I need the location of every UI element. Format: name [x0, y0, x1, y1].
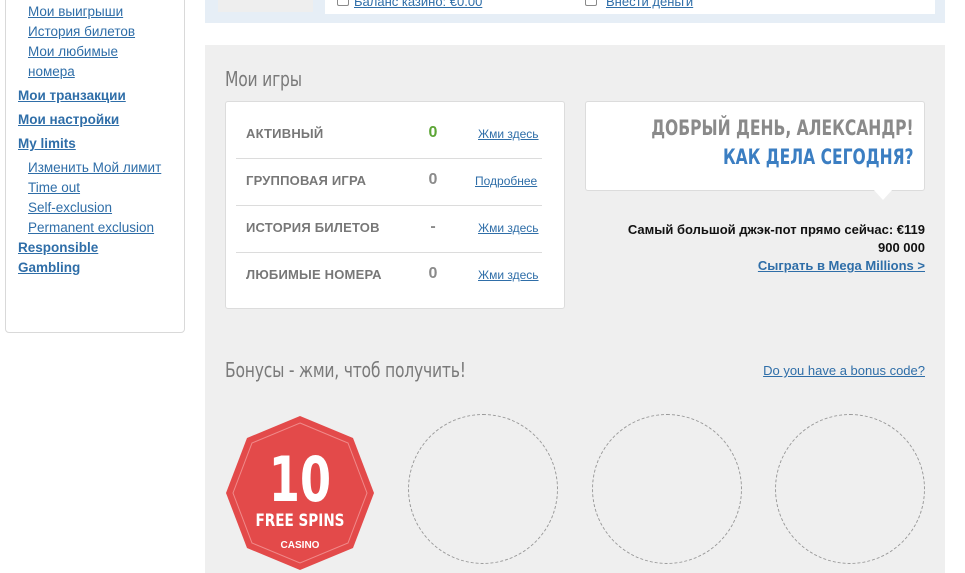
sidebar-item-settings[interactable]: Мои настройки	[18, 110, 119, 130]
games-row-favorites: ЛЮБИМЫЕ НОМЕРА 0 Жми здесь	[236, 253, 542, 300]
greeting-line-2: КАК ДЕЛА СЕГОДНЯ?	[723, 145, 914, 169]
games-row-link[interactable]: Жми здесь	[478, 268, 539, 282]
games-row-label: АКТИВНЫЙ	[246, 126, 324, 141]
bonus-slot-empty	[408, 414, 558, 564]
greeting-card-pointer	[873, 189, 893, 200]
games-row-active: АКТИВНЫЙ 0 Жми здесь	[236, 112, 542, 159]
sidebar-item-responsible[interactable]: Responsible	[18, 238, 98, 258]
sidebar-item-transactions[interactable]: Мои транзакции	[18, 86, 126, 106]
main-panel: Мои игры АКТИВНЫЙ 0 Жми здесь ГРУППОВАЯ …	[205, 45, 945, 573]
games-row-link[interactable]: Жми здесь	[478, 127, 539, 141]
my-games-title: Мои игры	[225, 67, 302, 91]
games-row-value: 0	[428, 124, 438, 141]
bonus-code-link[interactable]: Do you have a bonus code?	[763, 363, 925, 378]
games-row-label: ЛЮБИМЫЕ НОМЕРА	[246, 267, 382, 282]
bonus-slot-empty	[592, 414, 742, 564]
badge-line-1: FREE SPINS	[256, 511, 345, 531]
sidebar-item-permanent-exclusion[interactable]: Permanent exclusion	[28, 218, 154, 238]
sidebar-item-my-limits[interactable]: My limits	[18, 134, 76, 154]
games-row-label: ГРУППОВАЯ ИГРА	[246, 173, 367, 188]
sidebar-item-favorite-numbers-line2[interactable]: номера	[28, 62, 75, 82]
bonus-slot-empty	[775, 414, 925, 564]
games-row-link[interactable]: Подробнее	[475, 174, 537, 188]
games-row-value: -	[430, 218, 436, 235]
jackpot-line-2: 900 000	[878, 240, 925, 255]
badge-number: 10	[269, 444, 331, 516]
sidebar-item-self-exclusion[interactable]: Self-exclusion	[28, 198, 112, 218]
greeting-card: ДОБРЫЙ ДЕНЬ, АЛЕКСАНДР! КАК ДЕЛА СЕГОДНЯ…	[585, 101, 925, 191]
bonuses-title: Бонусы - жми, чтоб получить!	[225, 358, 466, 382]
jackpot-info: Самый большой джэк-пот прямо сейчас: €11…	[585, 221, 925, 257]
sidebar-item-change-limit[interactable]: Изменить Мой лимит	[28, 158, 161, 178]
casino-balance-icon	[337, 0, 349, 6]
sidebar: Мои выигрыши История билетов Мои любимые…	[5, 0, 185, 333]
badge-line-2: CASINO	[281, 540, 320, 551]
greeting-line-1: ДОБРЫЙ ДЕНЬ, АЛЕКСАНДР!	[651, 116, 914, 140]
my-games-card: АКТИВНЫЙ 0 Жми здесь ГРУППОВАЯ ИГРА 0 По…	[225, 101, 565, 309]
games-row-link[interactable]: Жми здесь	[478, 221, 539, 235]
jackpot-line-1: Самый большой джэк-пот прямо сейчас: €11…	[627, 222, 925, 237]
games-row-value: 0	[428, 171, 438, 188]
sidebar-item-time-out[interactable]: Time out	[28, 178, 80, 198]
games-row-label: ИСТОРИЯ БИЛЕТОВ	[246, 220, 380, 235]
casino-balance-link[interactable]: Баланс казино: €0.00	[354, 0, 482, 9]
sidebar-item-my-winnings[interactable]: Мои выигрыши	[28, 2, 123, 22]
account-summary-box: Баланс казино: €0.00 Внести деньги	[325, 0, 935, 14]
games-row-group: ГРУППОВАЯ ИГРА 0 Подробнее	[236, 159, 542, 206]
account-summary-strip: Баланс казино: €0.00 Внести деньги	[205, 0, 945, 23]
sidebar-item-gambling[interactable]: Gambling	[18, 258, 80, 278]
wallet-icon	[585, 0, 597, 6]
play-mega-millions-link[interactable]: Сыграть в Mega Millions >	[758, 258, 925, 273]
deposit-link[interactable]: Внести деньги	[606, 0, 693, 9]
games-row-ticket-history: ИСТОРИЯ БИЛЕТОВ - Жми здесь	[236, 206, 542, 253]
sidebar-item-favorite-numbers[interactable]: Мои любимые	[28, 42, 118, 62]
avatar	[218, 0, 313, 12]
sidebar-item-ticket-history[interactable]: История билетов	[28, 22, 135, 42]
free-spins-badge[interactable]: 10 FREE SPINS CASINO	[223, 413, 377, 573]
games-row-value: 0	[428, 265, 438, 282]
